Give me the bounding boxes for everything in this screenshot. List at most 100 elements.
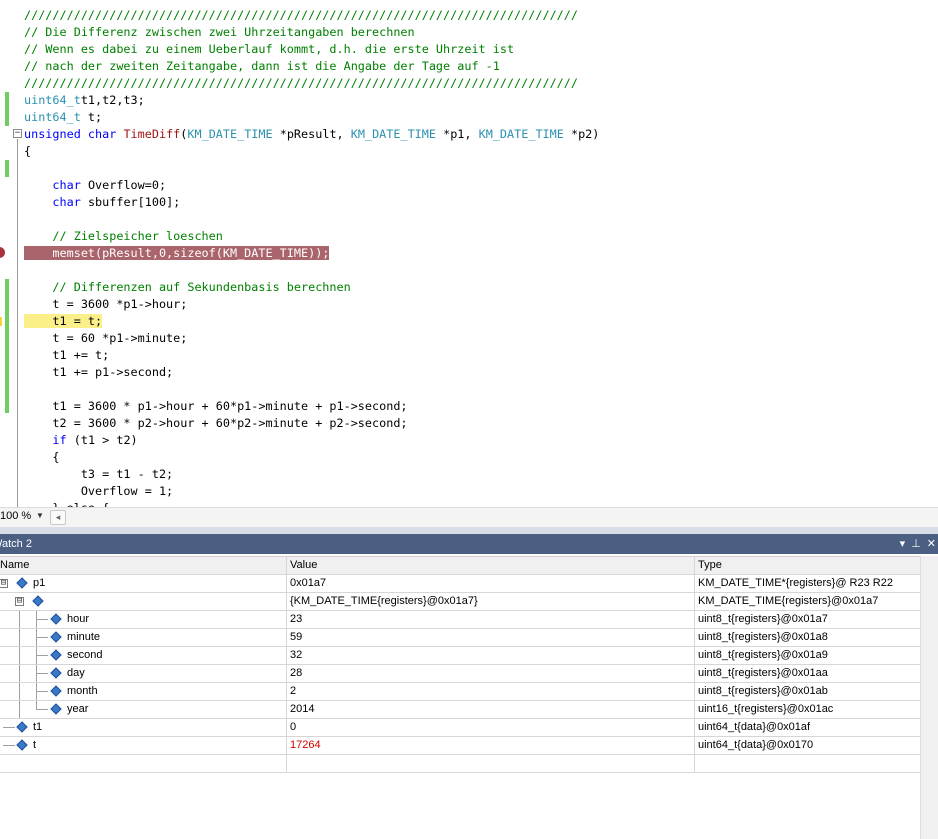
code-line-text: { (24, 144, 32, 158)
code-line[interactable] (24, 211, 938, 228)
watch-row[interactable]: t 17264 uint64_t{data}@0x0170 (0, 737, 920, 755)
code-line[interactable]: } else { (24, 500, 938, 507)
watch-value-cell[interactable]: 0x01a7 (286, 575, 696, 592)
collapse-region-icon[interactable]: − (13, 129, 22, 138)
watch-value-cell[interactable]: {KM_DATE_TIME{registers}@0x01a7} (286, 593, 696, 610)
watch-title-bar[interactable]: Watch 2 ▾ ⊥ ✕ (0, 534, 938, 554)
watch-type-cell: uint16_t{registers}@0x01ac (694, 701, 924, 718)
pin-icon[interactable]: ⊥ (911, 534, 921, 554)
column-header-value[interactable]: Value (286, 557, 696, 574)
zoom-level[interactable]: 100 % (0, 510, 31, 522)
watch-name-cell[interactable]: hour (0, 611, 285, 628)
watch-value-cell[interactable] (286, 755, 696, 772)
code-line[interactable]: uint64_t t; (24, 109, 938, 126)
code-line[interactable]: memset(pResult,0,sizeof(KM_DATE_TIME)); (24, 245, 938, 262)
variable-icon (16, 577, 28, 589)
watch-row[interactable]: hour 23 uint8_t{registers}@0x01a7 (0, 611, 920, 629)
code-line-text: t3 = t1 - t2; (24, 467, 174, 481)
code-line[interactable] (24, 262, 938, 279)
change-marker (5, 92, 9, 126)
code-token: char (52, 178, 81, 192)
watch-row[interactable]: year 2014 uint16_t{registers}@0x01ac (0, 701, 920, 719)
code-editor[interactable]: − //////////////////////////////////////… (0, 0, 938, 507)
watch-grid[interactable]: Name Value Type ⊟ p1 0x01a7 KM_DATE_TIME*{r… (0, 556, 920, 773)
tree-line (36, 637, 48, 638)
collapse-node-icon[interactable]: ⊟ (15, 597, 24, 606)
watch-value-cell[interactable]: 17264 (286, 737, 696, 754)
collapse-node-icon[interactable]: ⊟ (0, 579, 8, 588)
watch-name-cell[interactable]: t (0, 737, 285, 754)
editor-gutter[interactable]: − (0, 0, 24, 507)
code-line[interactable]: t = 60 *p1->minute; (24, 330, 938, 347)
watch-name-cell[interactable]: minute (0, 629, 285, 646)
code-line[interactable]: ////////////////////////////////////////… (24, 7, 938, 24)
watch-name-cell[interactable]: ⊟ (0, 593, 285, 610)
watch-type-cell: KM_DATE_TIME*{registers}@ R23 R22 (694, 575, 924, 592)
watch-type-cell (694, 755, 924, 772)
code-line[interactable]: // Differenzen auf Sekundenbasis berechn… (24, 279, 938, 296)
watch-type-cell: uint8_t{registers}@0x01aa (694, 665, 924, 682)
code-line[interactable]: t = 3600 *p1->hour; (24, 296, 938, 313)
code-line[interactable]: char Overflow=0; (24, 177, 938, 194)
tree-line (36, 701, 37, 710)
watch-type-cell: uint64_t{data}@0x0170 (694, 737, 924, 754)
code-line[interactable]: unsigned char TimeDiff(KM_DATE_TIME *pRe… (24, 126, 938, 143)
code-line[interactable]: // Die Differenz zwischen zwei Uhrzeitan… (24, 24, 938, 41)
tree-line (36, 691, 48, 692)
code-line[interactable]: { (24, 449, 938, 466)
watch-row[interactable]: second 32 uint8_t{registers}@0x01a9 (0, 647, 920, 665)
watch-name-cell[interactable]: second (0, 647, 285, 664)
code-line[interactable]: t1 = 3600 * p1->hour + 60*p1->minute + p… (24, 398, 938, 415)
code-line[interactable]: { (24, 143, 938, 160)
watch-value-cell[interactable]: 32 (286, 647, 696, 664)
column-header-type[interactable]: Type (694, 557, 924, 574)
code-line[interactable]: t1 += t; (24, 347, 938, 364)
code-line[interactable]: ////////////////////////////////////////… (24, 75, 938, 92)
watch-value-cell[interactable]: 28 (286, 665, 696, 682)
code-line[interactable] (24, 381, 938, 398)
code-line[interactable] (24, 160, 938, 177)
code-line[interactable]: // Wenn es dabei zu einem Ueberlauf komm… (24, 41, 938, 58)
watch-row[interactable]: day 28 uint8_t{registers}@0x01aa (0, 665, 920, 683)
close-icon[interactable]: ✕ (927, 534, 936, 554)
code-line-text: // Wenn es dabei zu einem Ueberlauf komm… (24, 42, 515, 56)
breakpoint-icon[interactable] (0, 247, 5, 258)
code-line[interactable]: uint64_tt1,t2,t3; (24, 92, 938, 109)
watch-row[interactable]: month 2 uint8_t{registers}@0x01ab (0, 683, 920, 701)
watch-row[interactable] (0, 755, 920, 773)
watch-row[interactable]: ⊟ {KM_DATE_TIME{registers}@0x01a7} KM_DATE… (0, 593, 920, 611)
watch-row[interactable]: minute 59 uint8_t{registers}@0x01a8 (0, 629, 920, 647)
watch-value-cell[interactable]: 0 (286, 719, 696, 736)
watch-name-cell[interactable]: year (0, 701, 285, 718)
watch-name-cell[interactable]: ⊟ p1 (0, 575, 285, 592)
scroll-left-icon[interactable]: ◂ (50, 510, 66, 525)
code-lines[interactable]: ////////////////////////////////////////… (24, 7, 938, 507)
watch-name-cell[interactable]: day (0, 665, 285, 682)
tree-line (36, 673, 48, 674)
watch-name-cell[interactable]: month (0, 683, 285, 700)
variable-icon (50, 703, 62, 715)
code-line[interactable]: if (t1 > t2) (24, 432, 938, 449)
watch-name-cell[interactable]: t1 (0, 719, 285, 736)
code-line[interactable]: // nach der zweiten Zeitangabe, dann ist… (24, 58, 938, 75)
watch-value-cell[interactable]: 23 (286, 611, 696, 628)
zoom-dropdown-icon[interactable]: ▼ (36, 511, 44, 520)
code-line[interactable]: t3 = t1 - t2; (24, 466, 938, 483)
code-line[interactable]: // Zielspeicher loeschen (24, 228, 938, 245)
watch-value-cell[interactable]: 2 (286, 683, 696, 700)
watch-vertical-scrollbar[interactable] (920, 556, 938, 839)
code-line[interactable]: char sbuffer[100]; (24, 194, 938, 211)
column-header-name[interactable]: Name (0, 557, 285, 574)
code-line[interactable]: t1 += p1->second; (24, 364, 938, 381)
watch-row[interactable]: t1 0 uint64_t{data}@0x01af (0, 719, 920, 737)
watch-row[interactable]: ⊟ p1 0x01a7 KM_DATE_TIME*{registers}@ R23 R… (0, 575, 920, 593)
pane-splitter[interactable] (0, 527, 938, 534)
change-marker (5, 160, 9, 177)
watch-value-cell[interactable]: 59 (286, 629, 696, 646)
window-position-icon[interactable]: ▾ (900, 534, 906, 554)
watch-value-cell[interactable]: 2014 (286, 701, 696, 718)
watch-name-cell[interactable] (0, 755, 285, 772)
code-line[interactable]: t2 = 3600 * p2->hour + 60*p2->minute + p… (24, 415, 938, 432)
code-line[interactable]: Overflow = 1; (24, 483, 938, 500)
code-line[interactable]: t1 = t; (24, 313, 938, 330)
